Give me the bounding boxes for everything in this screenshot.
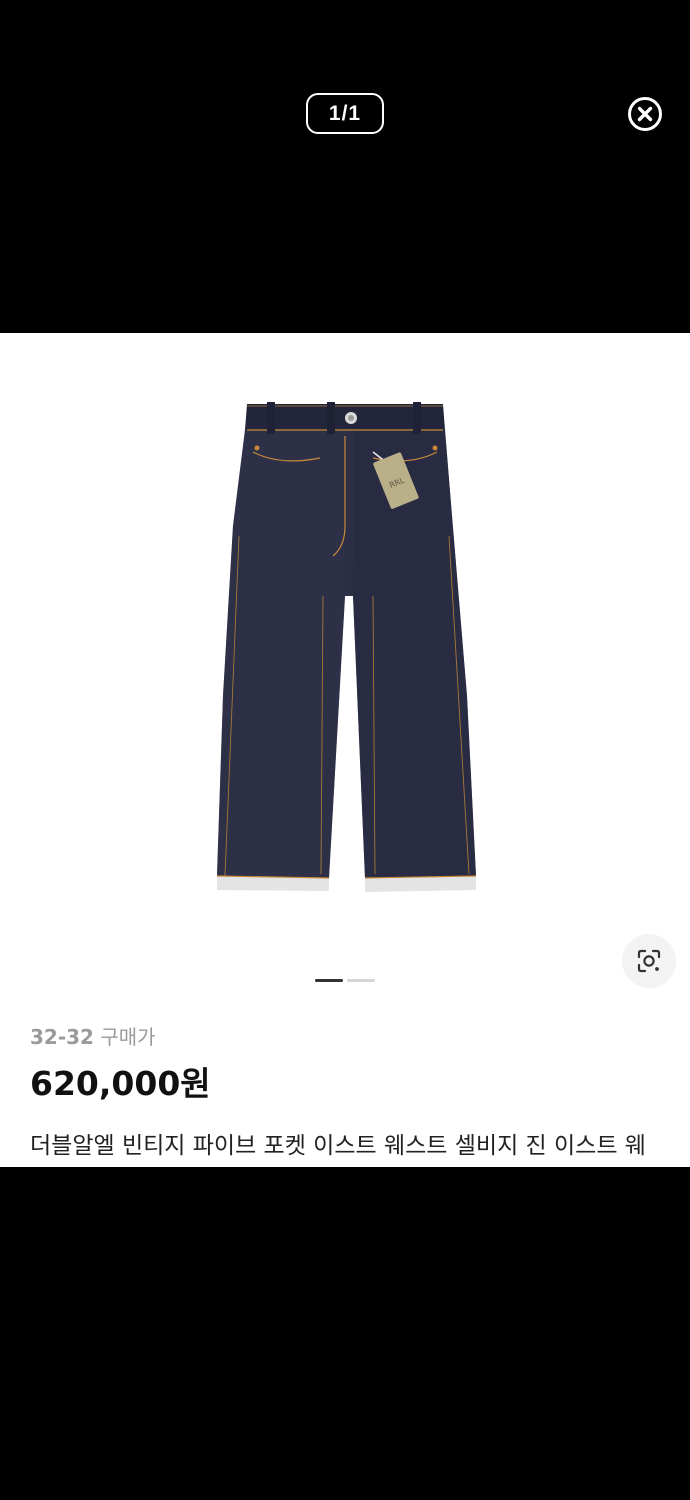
purchase-label: 구매가: [100, 1025, 156, 1049]
carousel-indicator: [315, 979, 375, 982]
carousel-dot-active[interactable]: [315, 979, 343, 982]
price-text: 620,000원: [30, 1064, 211, 1103]
size-text: 32-32: [30, 1025, 94, 1049]
lens-search-icon: [637, 949, 661, 973]
viewer-bottom-bar: [0, 1167, 690, 1500]
close-circle-icon: [628, 97, 662, 131]
lens-search-button[interactable]: [622, 934, 676, 988]
image-counter: 1/1: [306, 93, 384, 134]
product-title: 더블알엘 빈티지 파이브 포켓 이스트 웨스트 셀비지 진 이스트 웨: [30, 1133, 646, 1159]
product-card: RRL 32-32 구매가 620,000원 더블알엘 빈티지 파이브 포켓 이…: [0, 333, 690, 1167]
viewer-top-bar: 1/1: [0, 0, 690, 333]
carousel-dot[interactable]: [347, 979, 375, 982]
close-button[interactable]: [627, 96, 663, 132]
product-image-jeans: RRL: [216, 402, 477, 892]
size-purchase-label: 32-32 구매가: [30, 1021, 156, 1050]
title-fade: [650, 1123, 690, 1163]
